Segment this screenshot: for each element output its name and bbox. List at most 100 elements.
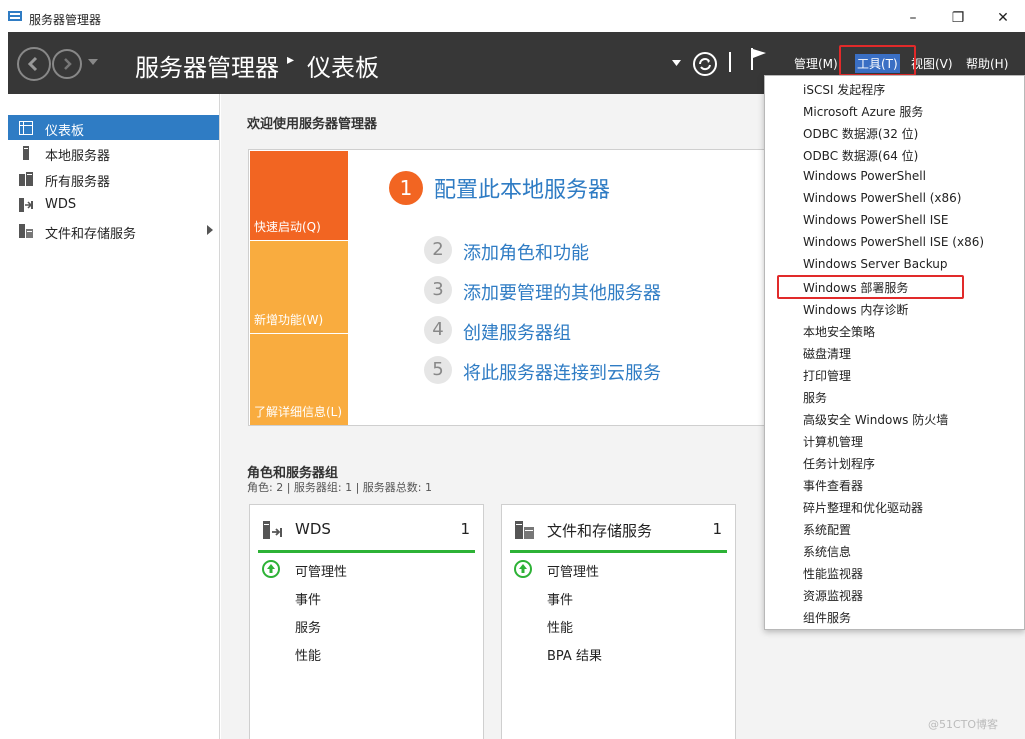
minimize-button[interactable]: – [890,5,936,31]
sidebar-item-label: 本地服务器 [45,149,111,164]
tools-menu-item-powershell-ise[interactable]: Windows PowerShell ISE [803,213,949,227]
status-bar [510,550,727,553]
tools-menu-item-powershell-ise-x86[interactable]: Windows PowerShell ISE (x86) [803,235,984,249]
watermark: @51CTO博客 [928,718,999,731]
tools-menu-item-disk-cleanup[interactable]: 磁盘清理 [803,345,851,362]
tile-label: 新增功能(W) [254,313,324,327]
tools-menu-item-task-scheduler[interactable]: 任务计划程序 [803,455,875,472]
tools-menu-item-system-information[interactable]: 系统信息 [803,543,851,560]
menu-help[interactable]: 帮助(H) [966,55,1008,72]
status-ok-up-arrow-icon [514,560,532,578]
role-card-file-storage[interactable]: 文件和存储服务 1 可管理性 事件 性能 BPA 结果 [501,504,736,739]
quickstart-panel: 快速启动(Q) 新增功能(W) 了解详细信息(L) 1 配置此本地服务器 2 添… [248,149,768,426]
tools-menu-item-system-configuration[interactable]: 系统配置 [803,521,851,538]
status-ok-up-arrow-icon [262,560,280,578]
menu-manage[interactable]: 管理(M) [794,55,838,72]
tools-menu-item-odbc-64[interactable]: ODBC 数据源(64 位) [803,147,918,164]
step-add-other-servers[interactable]: 添加要管理的其他服务器 [463,279,661,305]
window-title: 服务器管理器 [29,13,102,27]
role-card-wds[interactable]: WDS 1 可管理性 事件 服务 性能 [249,504,484,739]
sidebar-item-wds[interactable]: WDS [8,192,219,217]
back-button[interactable] [17,47,51,81]
history-dropdown-icon[interactable] [88,59,98,67]
step-connect-cloud[interactable]: 将此服务器连接到云服务 [463,359,661,385]
tools-menu-item-iscsi-initiator[interactable]: iSCSI 发起程序 [803,81,885,98]
card-row-manageability[interactable]: 可管理性 [547,561,599,580]
card-row-manageability[interactable]: 可管理性 [295,561,347,580]
tools-menu-item-odbc-32[interactable]: ODBC 数据源(32 位) [803,125,918,142]
card-row-performance[interactable]: 性能 [295,645,321,664]
tools-menu-item-event-viewer[interactable]: 事件查看器 [803,477,863,494]
breadcrumb-current-page: 仪表板 [307,54,379,82]
sidebar-item-label: WDS [45,197,77,212]
tools-menu-item-computer-management[interactable]: 计算机管理 [803,433,863,450]
sidebar-item-local-server[interactable]: 本地服务器 [8,140,219,165]
sidebar-item-all-servers[interactable]: 所有服务器 [8,166,219,191]
chevron-right-icon[interactable] [207,225,213,235]
breadcrumb-root[interactable]: 服务器管理器 [135,48,279,83]
refresh-icon[interactable] [692,51,718,77]
menu-view[interactable]: 视图(V) [911,55,953,72]
back-arrow-icon [27,56,38,72]
tools-menu-item-defragment[interactable]: 碎片整理和优化驱动器 [803,499,923,516]
roles-summary: 角色: 2 | 服务器组: 1 | 服务器总数: 1 [247,481,433,494]
tile-label: 快速启动(Q) [254,220,321,234]
card-row-events[interactable]: 事件 [295,589,321,608]
restore-button[interactable]: ❐ [935,5,981,31]
tools-menu-item-powershell[interactable]: Windows PowerShell [803,169,926,183]
step-number-3: 3 [424,276,452,304]
title-bar: 服务器管理器 – ❐ ✕ [0,0,1025,32]
servers-icon [19,172,33,186]
card-count: 1 [712,520,722,538]
wds-icon [263,521,282,539]
welcome-title: 欢迎使用服务器管理器 [247,117,378,132]
tools-menu-item-server-backup[interactable]: Windows Server Backup [803,257,948,271]
close-button[interactable]: ✕ [980,5,1025,31]
card-title: 文件和存储服务 [547,522,653,540]
tools-dropdown-menu: iSCSI 发起程序 Microsoft Azure 服务 ODBC 数据源(32 … [764,75,1025,630]
sidebar-item-file-storage[interactable]: 文件和存储服务 [8,218,219,243]
sidebar-item-label: 所有服务器 [45,175,111,190]
step-number-1: 1 [389,171,423,205]
card-row-performance[interactable]: 性能 [547,617,573,636]
card-title: WDS [295,520,331,538]
status-bar [258,550,475,553]
tile-learn-more[interactable]: 了解详细信息(L) [250,334,348,425]
deployment-services-highlight [777,275,964,299]
step-number-4: 4 [424,316,452,344]
card-row-services[interactable]: 服务 [295,617,321,636]
tools-menu-item-performance-monitor[interactable]: 性能监视器 [803,565,863,582]
tools-menu-item-component-services[interactable]: 组件服务 [803,609,851,626]
tile-whats-new[interactable]: 新增功能(W) [250,241,348,333]
tools-menu-item-powershell-x86[interactable]: Windows PowerShell (x86) [803,191,961,205]
sidebar-item-dashboard[interactable]: 仪表板 [8,115,219,140]
tile-quickstart[interactable]: 快速启动(Q) [250,151,348,240]
tools-menu-highlight [839,45,916,76]
server-icon [23,146,29,160]
step-configure-local-server[interactable]: 配置此本地服务器 [434,172,610,204]
card-count: 1 [460,520,470,538]
sidebar-item-label: 仪表板 [45,124,85,139]
step-add-roles-features[interactable]: 添加角色和功能 [463,239,589,265]
notifications-flag-icon[interactable] [749,46,769,72]
card-row-bpa-results[interactable]: BPA 结果 [547,645,602,664]
forward-button[interactable] [52,49,82,79]
refresh-dropdown-icon[interactable] [672,60,681,67]
tools-menu-item-advanced-firewall[interactable]: 高级安全 Windows 防火墙 [803,411,948,428]
tools-menu-item-print-management[interactable]: 打印管理 [803,367,851,384]
breadcrumb-separator: ▸ [287,52,295,68]
tools-menu-item-memory-diagnostic[interactable]: Windows 内存诊断 [803,301,908,318]
server-manager-app-icon [8,11,22,21]
header-divider [729,52,731,72]
step-create-server-group[interactable]: 创建服务器组 [463,319,571,345]
wds-icon [19,198,33,212]
step-number-5: 5 [424,356,452,384]
storage-icon [19,224,33,238]
card-row-events[interactable]: 事件 [547,589,573,608]
tools-menu-item-services[interactable]: 服务 [803,389,827,406]
tools-menu-item-resource-monitor[interactable]: 资源监视器 [803,587,863,604]
tile-label: 了解详细信息(L) [254,405,343,419]
tools-menu-item-azure-services[interactable]: Microsoft Azure 服务 [803,103,923,120]
tools-menu-item-local-security-policy[interactable]: 本地安全策略 [803,323,875,340]
sidebar-item-label: 文件和存储服务 [45,227,137,242]
